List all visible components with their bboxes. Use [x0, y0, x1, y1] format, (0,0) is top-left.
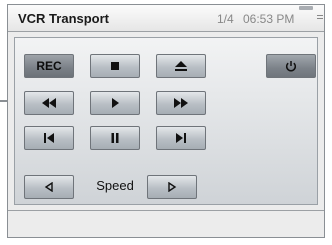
battery-icon [299, 6, 313, 10]
skip-next-icon [175, 133, 187, 143]
power-button[interactable] [266, 54, 316, 78]
record-button[interactable]: REC [24, 54, 74, 78]
rewind-button[interactable] [24, 91, 74, 115]
transport-panel: REC Speed [14, 37, 318, 205]
menu-icon[interactable] [317, 15, 323, 22]
title-bar: VCR Transport 1/4 06:53 PM [8, 5, 324, 32]
record-label: REC [36, 59, 62, 73]
power-icon [285, 60, 297, 72]
play-button[interactable] [90, 91, 140, 115]
speed-label: Speed [96, 178, 134, 193]
speed-up-icon [167, 182, 177, 192]
window-title: VCR Transport [18, 11, 110, 26]
stop-icon [109, 60, 121, 72]
skip-previous-icon [43, 133, 55, 143]
speed-down-icon [44, 182, 54, 192]
speed-up-button[interactable] [147, 175, 197, 199]
pause-icon [110, 133, 120, 143]
page-indicator: 1/4 [217, 12, 234, 26]
stop-button[interactable] [90, 54, 140, 78]
speed-down-button[interactable] [24, 175, 74, 199]
skip-previous-button[interactable] [24, 126, 74, 150]
skip-next-button[interactable] [156, 126, 206, 150]
rewind-icon [41, 98, 57, 108]
play-icon [110, 98, 120, 108]
fast-forward-icon [173, 98, 189, 108]
clock: 06:53 PM [243, 12, 295, 26]
eject-icon [174, 60, 188, 72]
eject-button[interactable] [156, 54, 206, 78]
fast-forward-button[interactable] [156, 91, 206, 115]
pause-button[interactable] [90, 126, 140, 150]
vcr-transport-window: VCR Transport 1/4 06:53 PM REC Speed [7, 4, 325, 238]
status-bar [8, 210, 324, 237]
